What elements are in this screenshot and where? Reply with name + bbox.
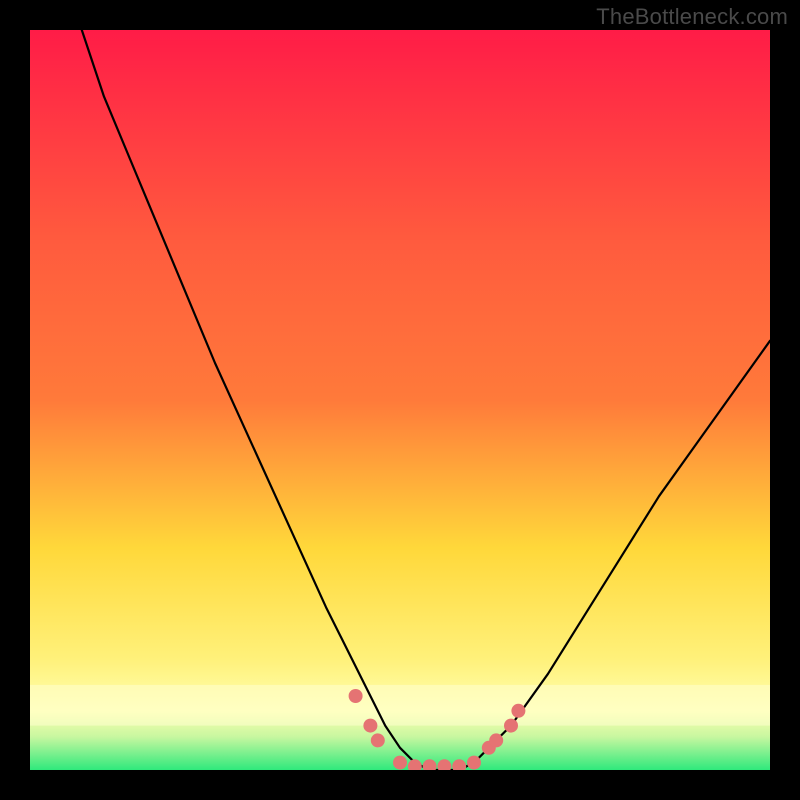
curve-marker (511, 704, 525, 718)
curve-marker (363, 719, 377, 733)
gradient-background (30, 30, 770, 770)
pale-band (30, 685, 770, 726)
curve-marker (467, 756, 481, 770)
chart-svg (30, 30, 770, 770)
bottleneck-curve-plot (30, 30, 770, 770)
curve-marker (489, 733, 503, 747)
curve-marker (393, 756, 407, 770)
curve-marker (371, 733, 385, 747)
curve-marker (504, 719, 518, 733)
chart-frame: TheBottleneck.com (0, 0, 800, 800)
curve-marker (349, 689, 363, 703)
watermark-text: TheBottleneck.com (596, 4, 788, 30)
